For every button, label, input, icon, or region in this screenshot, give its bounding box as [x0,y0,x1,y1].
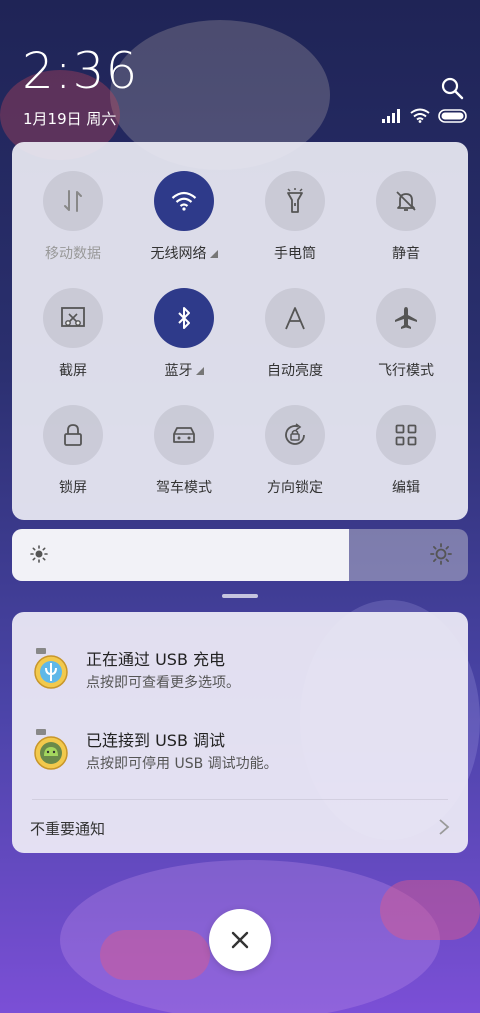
expand-triangle-icon [195,367,204,375]
search-icon[interactable] [440,76,464,100]
close-icon [231,931,249,949]
tile-flashlight[interactable]: 手电筒 [245,171,345,281]
auto-brightness-icon [265,288,325,348]
airplane-icon [376,288,436,348]
mute-bell-icon [376,171,436,231]
notification-desc: 点按即可查看更多选项。 [86,675,240,691]
expand-triangle-icon [209,250,218,258]
brightness-fill [12,529,350,581]
tile-mobile-data[interactable]: 移动数据 [23,171,123,281]
tile-rotation-lock[interactable]: 方向锁定 [245,405,345,515]
tile-lock-screen[interactable]: 锁屏 [23,405,123,515]
brightness-slider[interactable] [12,529,468,581]
notification-usb-debugging[interactable]: 已连接到 USB 调试 点按即可停用 USB 调试功能。 [12,723,468,783]
divider [32,799,448,800]
status-icons [382,108,468,123]
notification-panel: 正在通过 USB 充电 点按即可查看更多选项。 已连接到 USB 调试 点按即可… [12,612,468,853]
tile-label: 移动数据 [45,246,101,262]
clock: 2:36 [22,42,139,100]
wallpaper-shape [100,930,210,980]
tile-auto-brightness[interactable]: 自动亮度 [245,288,345,398]
drag-handle[interactable] [222,594,258,598]
clear-all-button[interactable] [209,909,271,971]
screenshot-icon [43,288,103,348]
tile-driving-mode[interactable]: 驾车模式 [134,405,234,515]
tile-bluetooth[interactable]: 蓝牙 [134,288,234,398]
tile-mute[interactable]: 静音 [356,171,456,281]
tile-edit[interactable]: 编辑 [356,405,456,515]
tile-label: 编辑 [392,480,420,496]
tile-label: 方向锁定 [267,480,323,496]
flashlight-icon [265,171,325,231]
tile-label: 蓝牙 [164,363,193,379]
tile-label: 驾车模式 [156,480,212,496]
usb-charge-icon [34,648,68,689]
battery-icon [438,108,467,123]
tile-airplane[interactable]: 飞行模式 [356,288,456,398]
quick-settings-panel: 移动数据 无线网络 手电筒 静音 截屏 蓝牙 自动亮度 飞行模式 锁屏 驾车模式… [12,142,468,520]
brightness-low-icon [30,545,48,563]
wifi-status-icon [410,108,430,123]
tile-label: 静音 [392,246,420,262]
lock-icon [43,405,103,465]
tile-label: 手电筒 [274,246,316,262]
wifi-icon [154,171,214,231]
bluetooth-icon [154,288,214,348]
rotation-lock-icon [265,405,325,465]
mobile-data-icon [43,171,103,231]
tile-label: 飞行模式 [378,363,434,379]
unimportant-notifications-label[interactable]: 不重要通知 [30,818,105,839]
android-debug-icon [34,729,68,770]
date: 1月19日 周六 [23,110,117,128]
tile-label: 截屏 [59,363,87,379]
notification-usb-charging[interactable]: 正在通过 USB 充电 点按即可查看更多选项。 [12,642,468,702]
signal-icon [382,108,400,123]
edit-grid-icon [376,405,436,465]
brightness-high-icon [430,543,452,565]
notification-title: 正在通过 USB 充电 [86,650,226,669]
wallpaper-shape [380,880,480,940]
car-icon [154,405,214,465]
tile-label: 锁屏 [59,480,87,496]
chevron-right-icon[interactable] [438,818,450,836]
notification-title: 已连接到 USB 调试 [86,731,226,750]
tile-screenshot[interactable]: 截屏 [23,288,123,398]
tile-wifi[interactable]: 无线网络 [134,171,234,281]
tile-label: 无线网络 [150,246,207,262]
tile-label: 自动亮度 [267,363,323,379]
notification-desc: 点按即可停用 USB 调试功能。 [86,756,278,772]
